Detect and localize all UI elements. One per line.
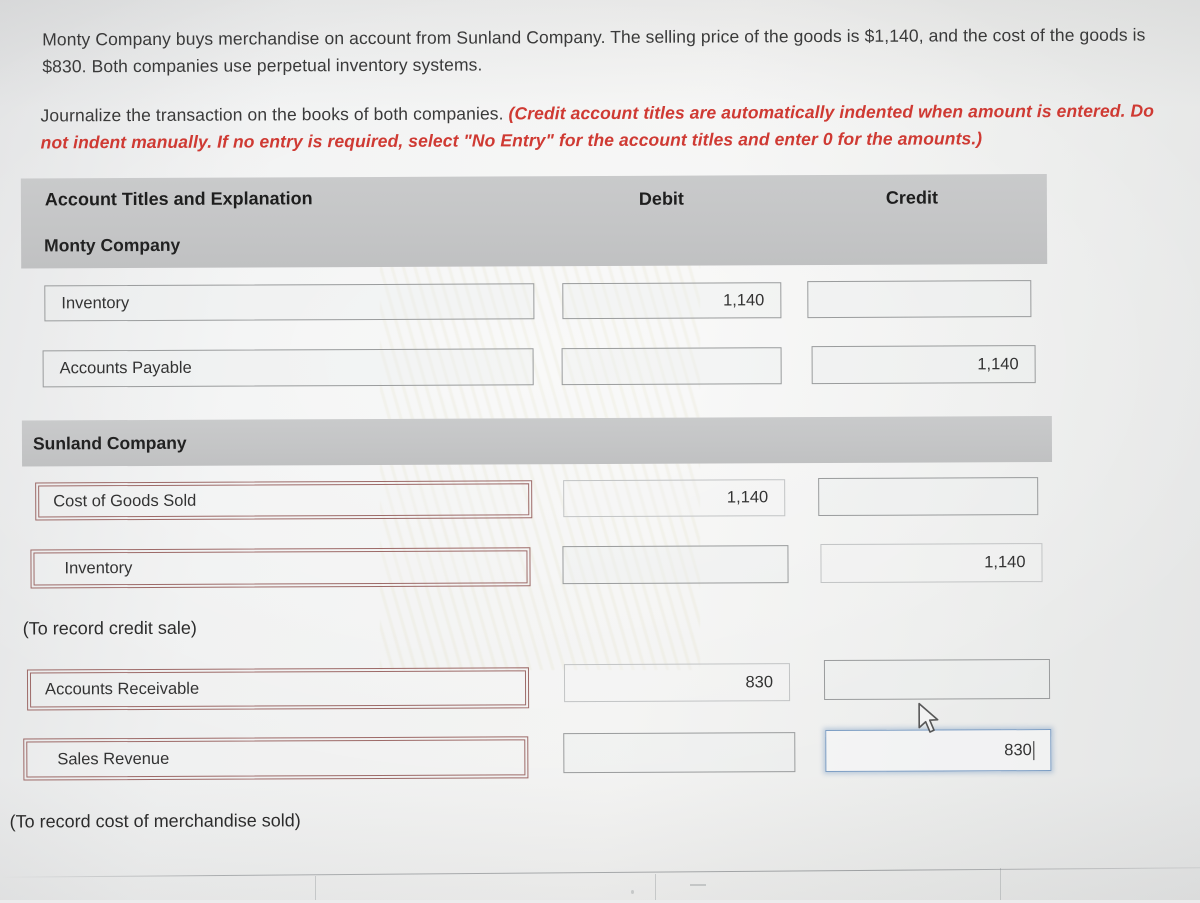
debit-amount-value: 830 xyxy=(745,672,774,691)
debit-amount-field[interactable]: 1,140 xyxy=(562,282,782,320)
instruction-text: Journalize the transaction on the books … xyxy=(40,98,1160,157)
debit-amount-field[interactable]: 830 xyxy=(563,663,791,703)
account-title-field[interactable]: Sales Revenue xyxy=(23,736,529,781)
debit-amount-field[interactable] xyxy=(563,732,796,774)
account-title-field[interactable]: Inventory xyxy=(44,283,535,322)
credit-amount-field[interactable] xyxy=(807,280,1032,319)
text-caret xyxy=(1032,740,1035,760)
credit-amount-field[interactable]: 1,140 xyxy=(820,543,1043,584)
account-title-value: Accounts Payable xyxy=(59,358,192,378)
entry-memo-credit-sale: (To record credit sale) xyxy=(22,617,197,639)
problem-statement: Monty Company buys merchandise on accoun… xyxy=(42,24,1146,77)
account-title-field[interactable]: Inventory xyxy=(30,547,531,589)
debit-amount-field[interactable]: 1,140 xyxy=(563,479,786,518)
account-title-field[interactable]: Cost of Goods Sold xyxy=(35,480,533,521)
column-header-account: Account Titles and Explanation xyxy=(44,188,313,210)
credit-amount-value: 830 xyxy=(1004,740,1032,759)
account-title-field[interactable]: Accounts Receivable xyxy=(26,667,530,711)
entry-memo-cost-of-merchandise-sold: (To record cost of merchandise sold) xyxy=(9,810,301,832)
mouse-pointer-icon xyxy=(918,702,939,733)
column-header-credit: Credit xyxy=(885,187,938,208)
credit-amount-field[interactable] xyxy=(823,659,1051,701)
credit-amount-value: 1,140 xyxy=(984,553,1026,572)
section-title-sunland: Sunland Company xyxy=(32,432,187,454)
credit-amount-value: 1,140 xyxy=(977,354,1019,373)
account-title-value: Inventory xyxy=(64,559,133,578)
debit-amount-value: 1,140 xyxy=(723,290,765,309)
debit-amount-field[interactable] xyxy=(562,545,789,585)
account-title-value: Cost of Goods Sold xyxy=(53,491,197,510)
account-title-field[interactable]: Accounts Payable xyxy=(42,348,534,388)
account-title-value: Sales Revenue xyxy=(57,749,170,768)
credit-amount-field[interactable]: 1,140 xyxy=(811,345,1036,385)
credit-amount-field[interactable] xyxy=(818,477,1039,517)
debit-amount-field[interactable] xyxy=(561,347,782,386)
debit-amount-value: 1,140 xyxy=(726,488,769,507)
instruction-plain: Journalize the transaction on the books … xyxy=(40,103,509,126)
column-header-debit: Debit xyxy=(638,188,684,209)
section-title-monty: Monty Company xyxy=(44,234,181,256)
account-title-value: Inventory xyxy=(61,293,130,312)
account-title-value: Accounts Receivable xyxy=(45,679,200,699)
